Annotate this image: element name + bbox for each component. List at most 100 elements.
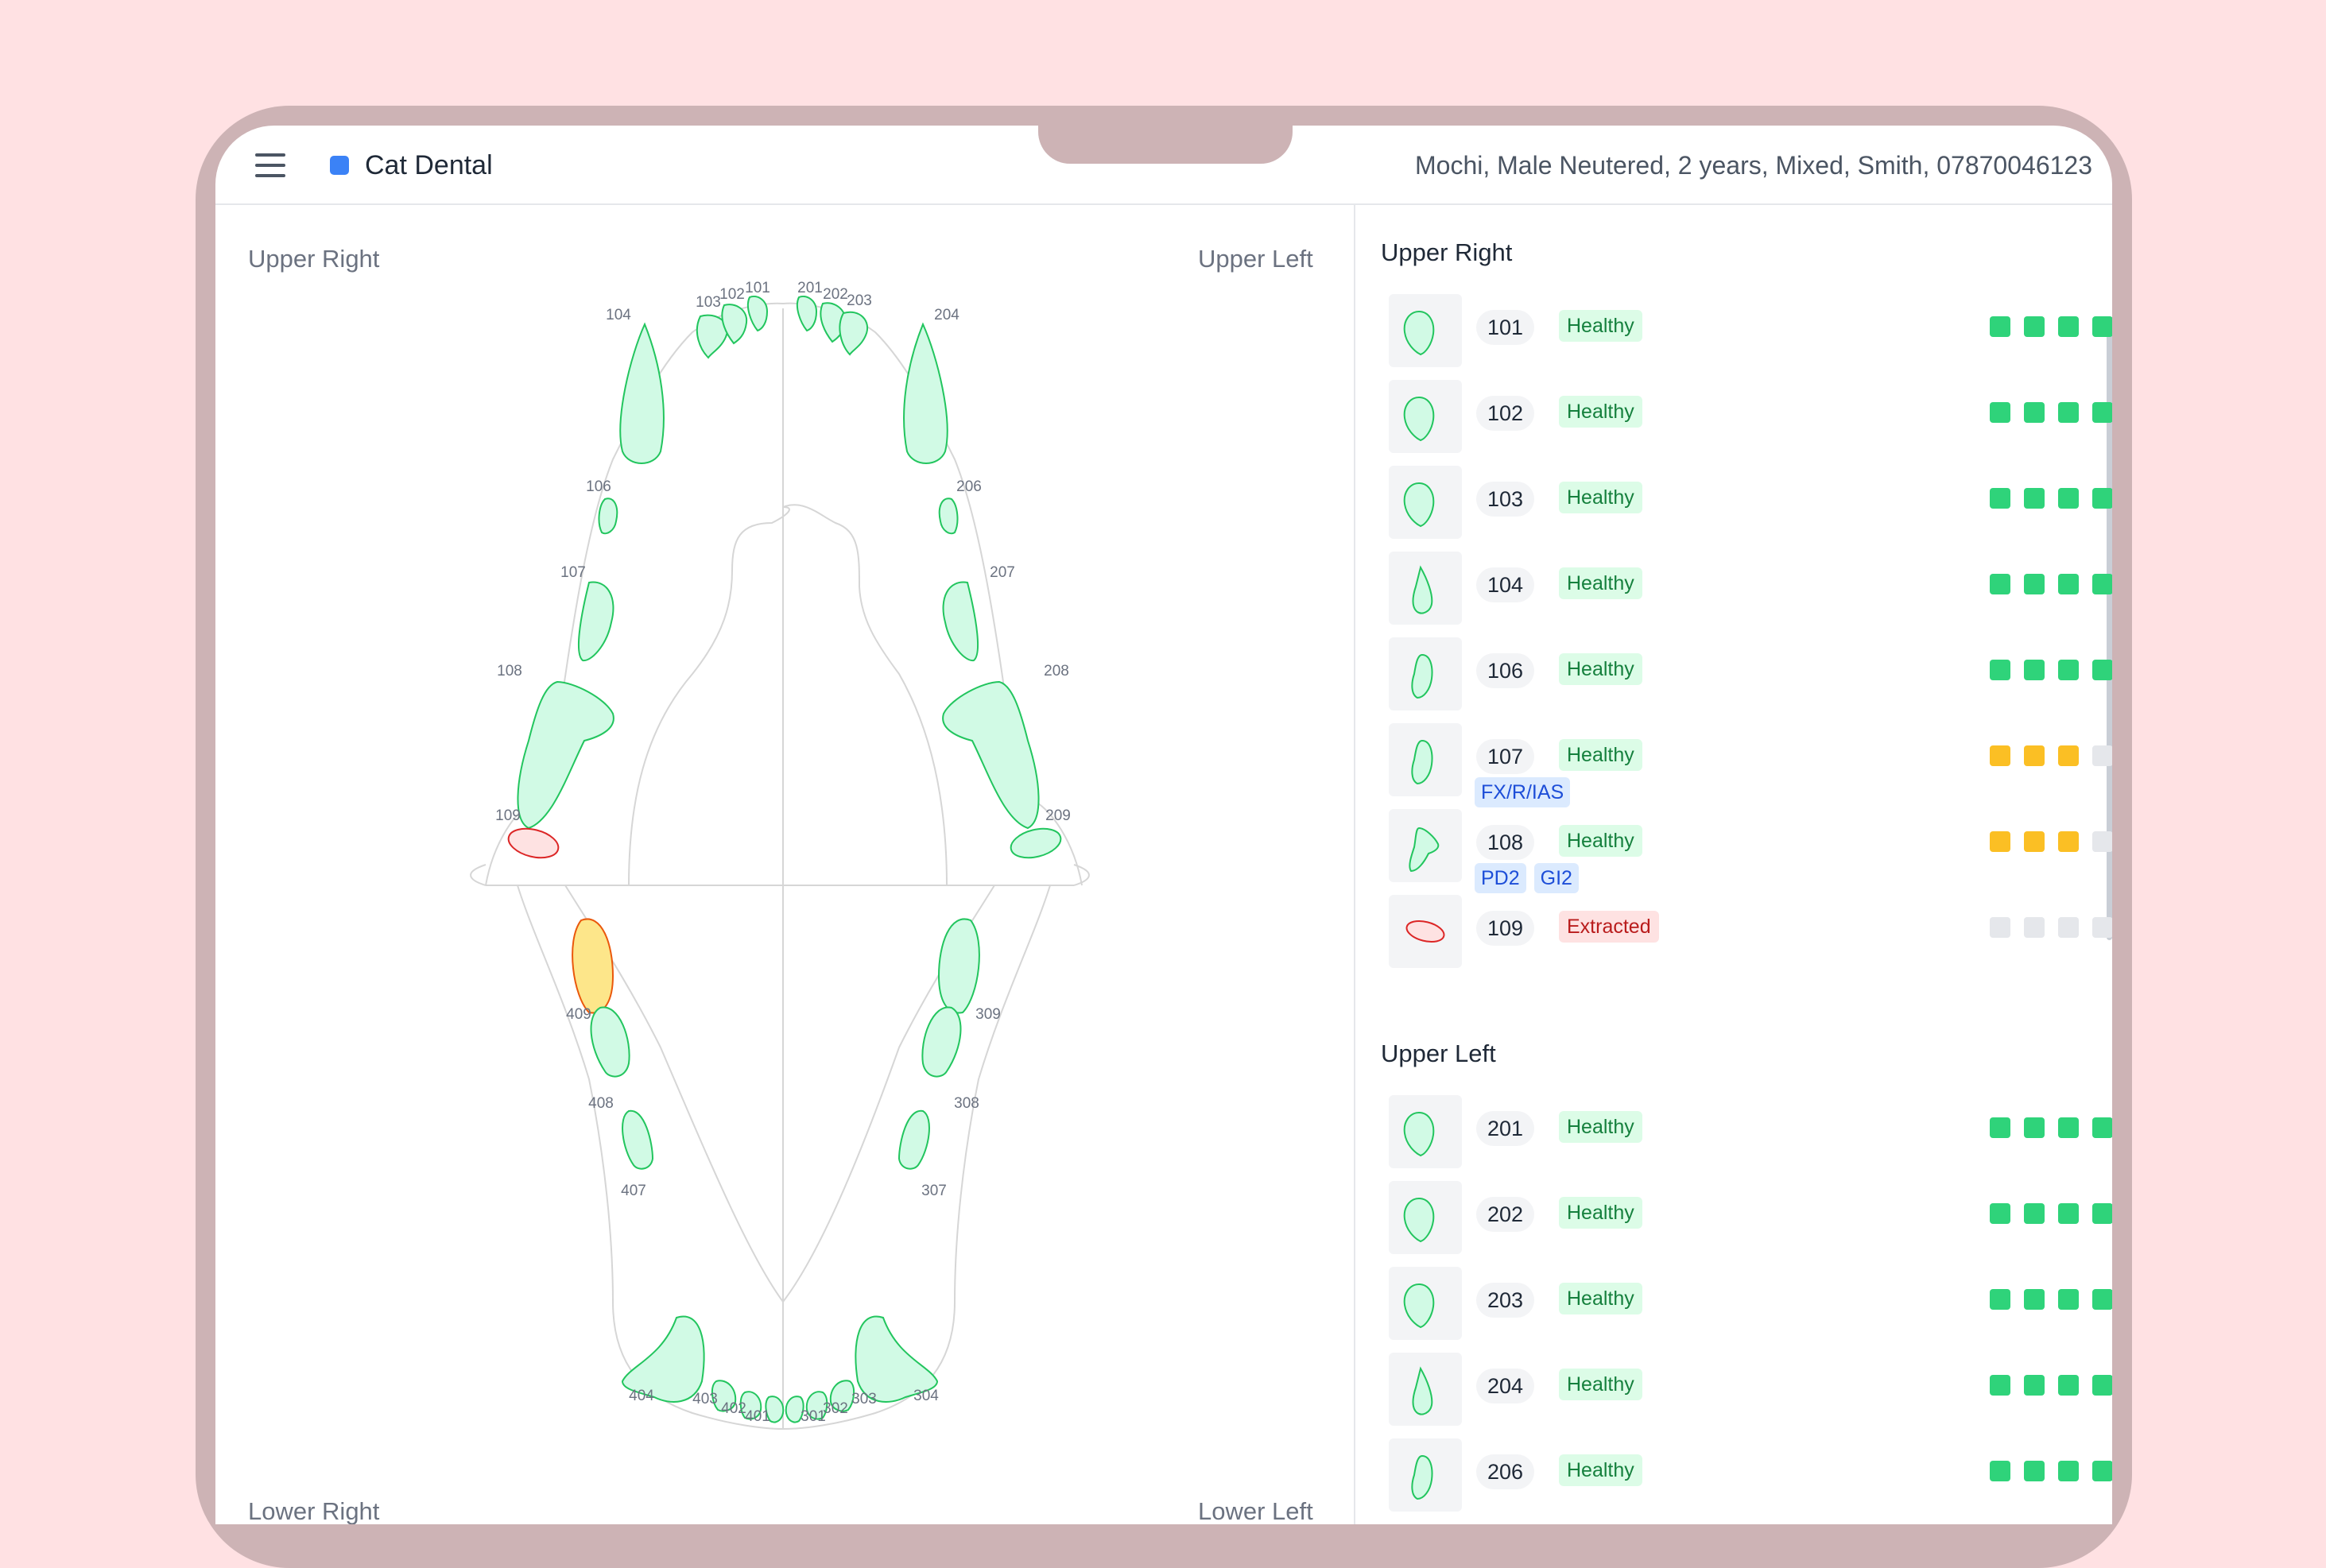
tooth-label-104: 104 [606, 307, 631, 323]
score-square [2092, 831, 2112, 852]
score-square [2058, 1203, 2079, 1224]
score-indicators [1990, 1117, 2112, 1138]
tooth-408[interactable] [590, 1006, 630, 1078]
tooth-label-103: 103 [696, 294, 721, 311]
tooth-row-203[interactable]: 203 Healthy [1389, 1267, 2112, 1340]
score-square [2058, 1461, 2079, 1481]
score-square [2092, 488, 2112, 509]
score-square [2092, 745, 2112, 766]
status-badge: Healthy [1559, 1283, 1642, 1314]
finding-tag[interactable]: FX/R/IAS [1475, 777, 1571, 807]
score-square [1990, 1117, 2010, 1138]
score-square [2024, 488, 2045, 509]
tooth-number-badge: 203 [1476, 1283, 1535, 1318]
tooth-label-409: 409 [566, 1006, 591, 1023]
score-square [1990, 1375, 2010, 1396]
teeth-layer [506, 296, 1064, 1423]
tooth-row-201[interactable]: 201 Healthy [1389, 1095, 2112, 1168]
tooth-row-108[interactable]: 108 Healthy PD2 GI2 [1389, 809, 2112, 893]
tooth-row-204[interactable]: 204 Healthy [1389, 1353, 2112, 1426]
tooth-label-204: 204 [934, 307, 959, 323]
score-square [1990, 745, 2010, 766]
tooth-307[interactable] [897, 1109, 930, 1170]
tooth-label-106: 106 [586, 478, 611, 495]
tooth-207[interactable] [942, 581, 979, 662]
tooth-407[interactable] [622, 1109, 654, 1170]
tooth-label-402: 402 [721, 1400, 746, 1417]
tooth-108[interactable] [517, 680, 614, 830]
tooth-label-308: 308 [954, 1095, 979, 1112]
score-square [2058, 402, 2079, 423]
score-square [1990, 660, 2010, 680]
tooth-204[interactable] [903, 322, 948, 464]
tooth-number-badge: 108 [1476, 825, 1535, 860]
tooth-row-202[interactable]: 202 Healthy [1389, 1181, 2112, 1254]
tooth-label-206: 206 [956, 478, 982, 495]
score-square [1990, 574, 2010, 594]
score-square [2024, 316, 2045, 337]
tooth-206[interactable] [938, 498, 959, 535]
tooth-number-badge: 204 [1476, 1369, 1535, 1403]
tooth-104[interactable] [619, 322, 665, 464]
finding-tags: FX/R/IAS [1475, 777, 1571, 807]
score-square [2058, 574, 2079, 594]
score-square [1990, 316, 2010, 337]
score-square [2092, 316, 2112, 337]
tooth-row-104[interactable]: 104 Healthy [1389, 552, 2112, 625]
score-square [2058, 1117, 2079, 1138]
tooth-label-201: 201 [797, 280, 823, 296]
tooth-309[interactable] [937, 918, 980, 1014]
score-indicators [1990, 402, 2112, 423]
tooth-209[interactable] [1008, 824, 1064, 862]
finding-tag[interactable]: PD2 [1475, 863, 1526, 893]
status-badge: Healthy [1559, 1197, 1642, 1229]
tooth-row-109[interactable]: 109 Extracted [1389, 895, 2112, 968]
tooth-409-attention[interactable] [572, 918, 614, 1014]
tooth-number-badge: 201 [1476, 1111, 1535, 1146]
score-square [1990, 917, 2010, 938]
tooth-label-109: 109 [495, 807, 521, 824]
score-square [1990, 1461, 2010, 1481]
tooth-label-207: 207 [990, 564, 1015, 581]
tooth-label-403: 403 [692, 1391, 718, 1407]
score-square [2058, 1375, 2079, 1396]
tooth-109-extracted[interactable] [506, 824, 561, 862]
tooth-label-307: 307 [921, 1183, 947, 1199]
incisor-icon [1389, 380, 1462, 453]
score-square [2058, 745, 2079, 766]
patient-info: Mochi, Male Neutered, 2 years, Mixed, Sm… [1414, 151, 2092, 180]
tooth-number-badge: 206 [1476, 1454, 1535, 1489]
tooth-row-103[interactable]: 103 Healthy [1389, 466, 2112, 539]
tooth-label-302: 302 [823, 1400, 848, 1417]
tooth-308[interactable] [921, 1006, 962, 1078]
tooth-101[interactable] [746, 296, 769, 332]
tooth-row-107[interactable]: 107 Healthy FX/R/IAS [1389, 723, 2112, 807]
score-square [2058, 488, 2079, 509]
score-square [2092, 1117, 2112, 1138]
tooth-106[interactable] [598, 498, 618, 535]
tooth-label-209: 209 [1045, 807, 1071, 824]
tooth-label-301: 301 [801, 1408, 826, 1425]
score-square [2058, 831, 2079, 852]
score-square [2024, 1117, 2045, 1138]
device-notch [1038, 119, 1293, 164]
tooth-number-badge: 106 [1476, 653, 1535, 688]
tooth-row-102[interactable]: 102 Healthy [1389, 380, 2112, 453]
finding-tag[interactable]: GI2 [1533, 863, 1579, 893]
tooth-label-401: 401 [745, 1408, 770, 1425]
score-square [2024, 1375, 2045, 1396]
tooth-201[interactable] [796, 296, 818, 332]
tooth-row-206[interactable]: 206 Healthy [1389, 1438, 2112, 1512]
score-square [1990, 1203, 2010, 1224]
status-badge: Healthy [1559, 310, 1642, 342]
tooth-label-108: 108 [497, 663, 522, 679]
tooth-208[interactable] [942, 680, 1040, 830]
incisor-icon [1389, 1267, 1462, 1340]
tooth-row-101[interactable]: 101 Healthy [1389, 294, 2112, 367]
tooth-203[interactable] [839, 311, 868, 356]
tooth-107[interactable] [577, 581, 614, 662]
score-square [2024, 917, 2045, 938]
status-badge: Healthy [1559, 567, 1642, 599]
premolar-icon [1389, 637, 1462, 710]
tooth-row-106[interactable]: 106 Healthy [1389, 637, 2112, 710]
